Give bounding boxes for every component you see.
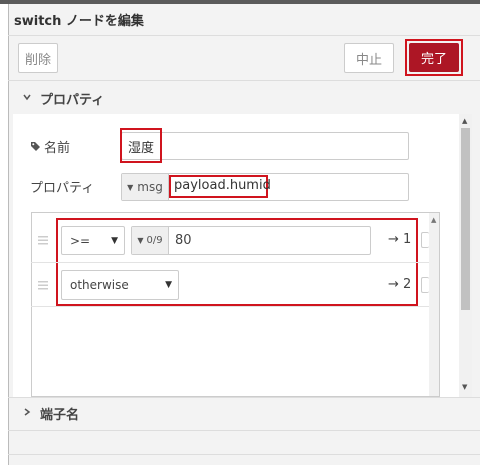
ports-section-title: 端子名 — [40, 407, 80, 423]
rule-1-remove-button[interactable] — [421, 232, 429, 248]
rules-list-end-divider — [31, 306, 430, 307]
name-value: 湿度 — [128, 141, 155, 156]
properties-section-title: プロパティ — [40, 92, 105, 108]
number-type-icon: 0/9 — [146, 235, 163, 246]
properties-section-header[interactable]: プロパティ — [20, 88, 104, 108]
caret-down-icon: ▼ — [165, 280, 172, 290]
toolbar-divider — [8, 80, 480, 81]
rule-2-output: → 2 — [388, 277, 412, 292]
name-label: 名前 — [44, 140, 71, 156]
property-value: payload.humid — [174, 178, 271, 193]
name-label-row: 名前 — [30, 137, 71, 156]
chevron-right-icon — [20, 407, 34, 420]
name-field[interactable] — [121, 132, 409, 160]
caret-down-icon: ▼ — [137, 236, 144, 245]
dialog-title: switch ノードを編集 — [14, 14, 144, 29]
delete-button[interactable]: 削除 — [18, 43, 58, 73]
rule-1-value-field[interactable]: ▼ 0/9 80 — [131, 226, 371, 255]
rules-scrollbar[interactable] — [429, 213, 439, 396]
done-button[interactable]: 完了 — [409, 43, 459, 72]
property-type: msg — [137, 180, 163, 194]
drag-handle-icon[interactable] — [38, 280, 48, 290]
rule-2-operator-select[interactable]: otherwise ▼ — [61, 270, 179, 300]
scroll-down-icon[interactable]: ▼ — [462, 383, 467, 391]
caret-down-icon: ▼ — [127, 182, 134, 192]
rule-2-remove-button[interactable] — [421, 277, 429, 293]
caret-down-icon: ▼ — [111, 235, 118, 246]
chevron-down-icon — [20, 92, 34, 105]
rule-1-operator-select[interactable]: >= ▼ — [61, 226, 125, 255]
rule-2-operator: otherwise — [70, 278, 129, 292]
property-type-select[interactable]: ▼ msg — [122, 174, 169, 200]
cancel-button[interactable]: 中止 — [344, 43, 394, 73]
rule-1-output: → 1 — [388, 232, 412, 247]
scroll-up-icon[interactable]: ▲ — [462, 117, 467, 125]
scroll-up-icon[interactable]: ▲ — [431, 216, 436, 224]
rule-1-value: 80 — [175, 233, 192, 248]
property-label: プロパティ — [30, 180, 95, 196]
section-divider — [8, 454, 480, 455]
section-divider — [8, 397, 480, 398]
tag-icon — [30, 141, 41, 152]
panel-scrollbar-thumb[interactable] — [461, 128, 470, 310]
ports-section-header[interactable]: 端子名 — [20, 403, 79, 423]
title-divider — [8, 35, 480, 36]
rule-1-value-type-select[interactable]: ▼ 0/9 — [132, 227, 169, 254]
rule-1-operator: >= — [70, 233, 91, 248]
section-divider — [8, 430, 480, 431]
drag-handle-icon[interactable] — [38, 235, 48, 245]
